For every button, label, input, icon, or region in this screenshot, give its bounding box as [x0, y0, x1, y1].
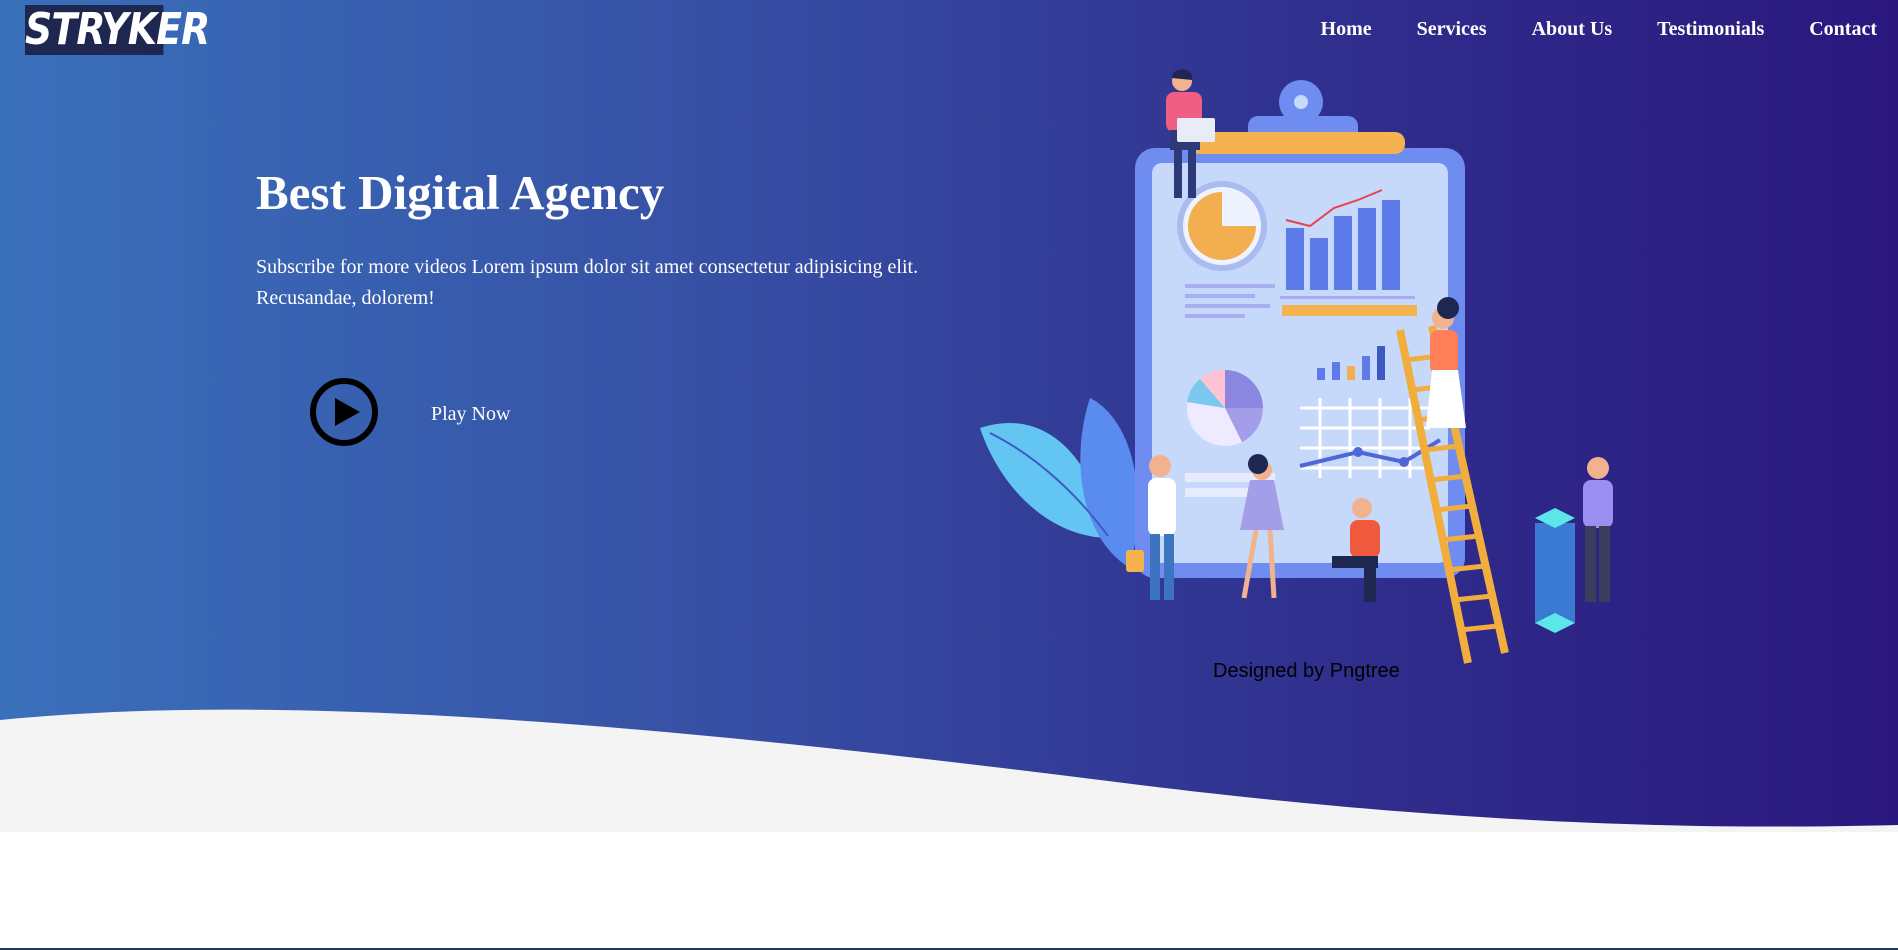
illustration-credit: Designed by Pngtree	[1213, 660, 1400, 682]
play-button[interactable]	[308, 376, 380, 448]
brand-logo[interactable]: STRYKER	[25, 5, 210, 55]
hero-subtitle: Subscribe for more videos Lorem ipsum do…	[256, 256, 919, 309]
main-nav: Home Services About Us Testimonials Cont…	[1321, 18, 1877, 41]
play-icon	[310, 378, 378, 446]
digital-agency-illustration	[980, 69, 1613, 664]
hero-wave	[0, 709, 1898, 832]
nav-contact[interactable]: Contact	[1809, 18, 1877, 41]
hero-title: Best Digital Agency	[256, 165, 665, 220]
play-now-label[interactable]: Play Now	[431, 403, 510, 426]
nav-home[interactable]: Home	[1321, 18, 1372, 41]
nav-about-us[interactable]: About Us	[1532, 18, 1613, 41]
hero-section: STRYKER Home Services About Us Testimoni…	[0, 0, 1898, 832]
nav-services[interactable]: Services	[1417, 18, 1487, 41]
nav-testimonials[interactable]: Testimonials	[1657, 18, 1764, 41]
